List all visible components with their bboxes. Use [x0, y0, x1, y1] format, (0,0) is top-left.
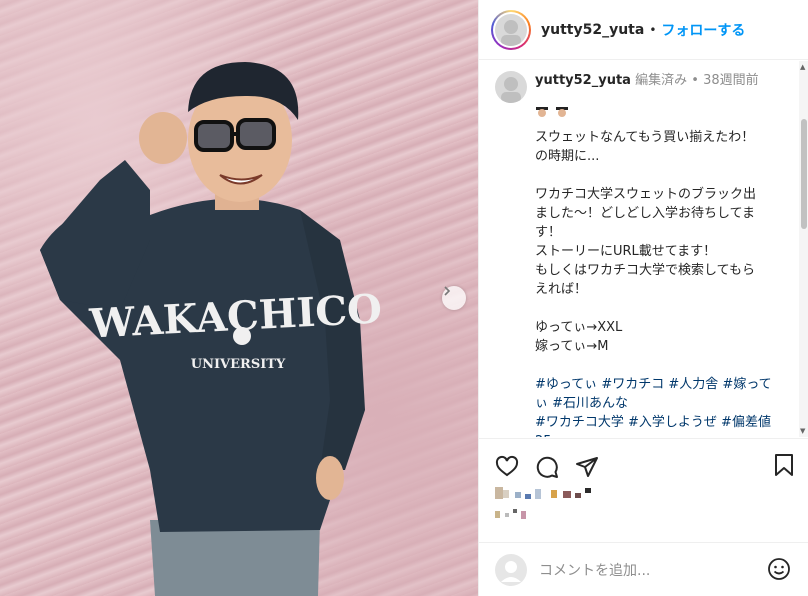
- story-avatar-ring[interactable]: [491, 9, 531, 50]
- comment-icon[interactable]: [535, 455, 559, 479]
- hashtag-line[interactable]: 25: [535, 432, 785, 437]
- username-link[interactable]: yutty52_yuta: [541, 22, 644, 38]
- next-photo-button[interactable]: [442, 286, 466, 310]
- scrollbar-thumb[interactable]: [801, 119, 807, 229]
- like-count-blurred: [495, 509, 526, 519]
- separator-dot: •: [649, 22, 657, 37]
- edited-label: 編集済み: [635, 73, 688, 88]
- caption-avatar[interactable]: [495, 71, 527, 103]
- caption-line: 嫁ってぃ→M: [535, 339, 609, 354]
- caption-line: ストーリーにURL載せてます！: [535, 244, 717, 259]
- hashtag-line[interactable]: #ワカチコ大学 #入学しようぜ #偏差値: [535, 413, 785, 432]
- follow-button[interactable]: フォローする: [661, 20, 745, 40]
- caption-line: スウェットなんてもう買い揃えたわ！: [535, 130, 755, 145]
- comment-input[interactable]: コメントを追加...: [539, 560, 650, 580]
- instagram-post-view: WAKACHICO UNIVERSITY yutty52_yuta • フォロー…: [0, 0, 808, 596]
- hashtag-line[interactable]: #ゆってぃ #ワカチコ #人力舎 #嫁って: [535, 375, 785, 394]
- caption-meta: yutty52_yuta 編集済み • 38週間前: [535, 73, 759, 103]
- caption-line: ゆってぃ→XXL: [535, 320, 623, 335]
- time-ago[interactable]: 38週間前: [703, 73, 759, 88]
- post-side-panel: yutty52_yuta • フォローする yutty52_yuta 編集済み …: [478, 0, 808, 596]
- action-bar: [479, 438, 808, 519]
- caption-line: ワカチコ大学スウェットのブラック出: [535, 187, 757, 202]
- photo-illustration: WAKACHICO UNIVERSITY: [40, 62, 383, 596]
- share-icon[interactable]: [575, 455, 599, 479]
- avatar: [495, 13, 527, 46]
- shirt-subtext: UNIVERSITY: [191, 357, 286, 372]
- scroll-up-icon[interactable]: ▲: [800, 63, 805, 71]
- bookmark-icon[interactable]: [773, 453, 795, 477]
- chevron-right-icon: [444, 286, 451, 296]
- comment-bar: コメントを追加...: [479, 542, 808, 596]
- caption-scroll-area[interactable]: yutty52_yuta 編集済み • 38週間前 スウェットなんてもう買い揃え…: [479, 61, 808, 437]
- liked-by-avatars-blurred: [495, 487, 591, 499]
- graduation-cap-icon: [536, 107, 548, 117]
- caption-text: スウェットなんてもう買い揃えたわ！ の時期に... ワカチコ大学スウェットのブラ…: [535, 128, 785, 437]
- commenter-avatar: [495, 553, 527, 586]
- caption-line: す！: [535, 225, 562, 240]
- caption-line: えれば！: [535, 282, 588, 297]
- hashtag-line[interactable]: ぃ #石川あんな: [535, 394, 785, 413]
- smile-icon[interactable]: [767, 557, 791, 581]
- post-photo[interactable]: WAKACHICO UNIVERSITY: [0, 0, 478, 596]
- caption-line: もしくはワカチコ大学で検索してもら: [535, 263, 755, 278]
- post-header: yutty52_yuta • フォローする: [479, 0, 808, 60]
- emoji-row: [535, 104, 808, 118]
- graduation-cap-icon: [556, 107, 568, 117]
- meta-dot: •: [691, 73, 699, 88]
- scrollbar[interactable]: ▲ ▼: [799, 61, 808, 437]
- caption-meta-row: yutty52_yuta 編集済み • 38週間前: [479, 61, 808, 103]
- caption-line: の時期に...: [535, 149, 600, 164]
- caption-line: ました〜！どしどし入学お待ちしてま: [535, 206, 755, 221]
- heart-icon[interactable]: [495, 455, 519, 479]
- scroll-down-icon[interactable]: ▼: [800, 427, 805, 435]
- caption-username[interactable]: yutty52_yuta: [535, 73, 631, 88]
